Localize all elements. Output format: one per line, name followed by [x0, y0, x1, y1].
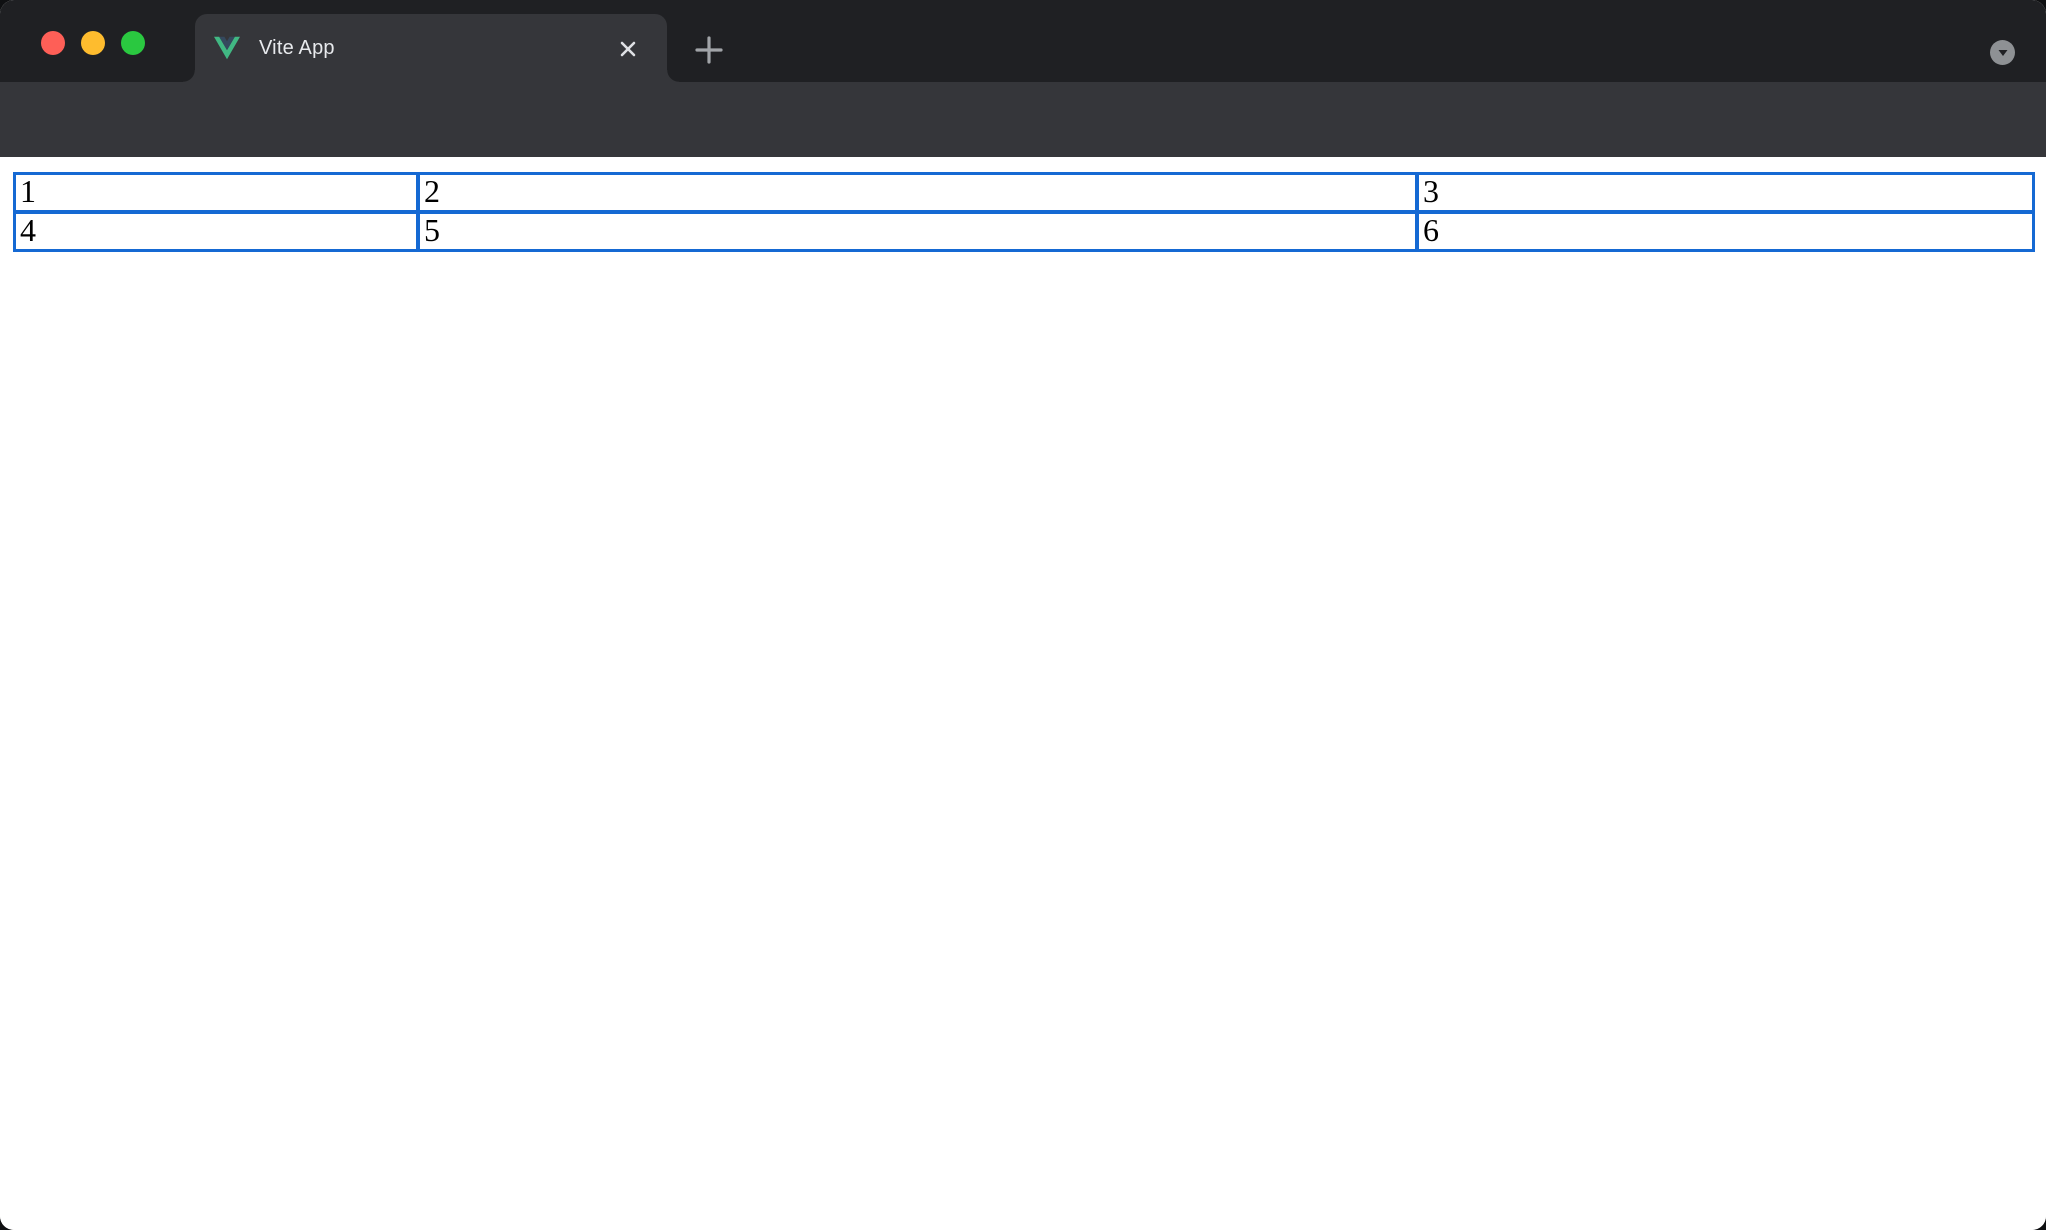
- table-cell: 4: [14, 212, 418, 251]
- numbers-table: 1 2 3 4 5 6: [13, 172, 2035, 252]
- window-close-button[interactable]: [41, 31, 65, 55]
- vue-logo-icon: [214, 35, 240, 61]
- tab-title: Vite App: [259, 36, 335, 59]
- table-cell: 2: [418, 173, 1417, 212]
- tab-search-button[interactable]: [1990, 40, 2015, 65]
- table-row: 4 5 6: [14, 212, 2034, 251]
- toolbar: localhost:3000: [0, 82, 2046, 229]
- table-cell: 5: [418, 212, 1417, 251]
- tab-strip: Vite App: [0, 0, 2046, 82]
- table-cell: 6: [1417, 212, 2034, 251]
- table-cell: 3: [1417, 173, 2034, 212]
- table-cell: 1: [14, 173, 418, 212]
- page-content: 1 2 3 4 5 6: [0, 157, 2046, 1230]
- chevron-down-icon: [1998, 49, 2007, 56]
- tab-vite-app[interactable]: Vite App: [183, 14, 679, 82]
- table-row: 1 2 3: [14, 173, 2034, 212]
- browser-window: Vite App 1 2 3 4 5 6: [0, 0, 2046, 1230]
- window-maximize-button[interactable]: [121, 31, 145, 55]
- new-tab-button[interactable]: [694, 35, 724, 65]
- close-icon[interactable]: [618, 39, 638, 59]
- window-minimize-button[interactable]: [81, 31, 105, 55]
